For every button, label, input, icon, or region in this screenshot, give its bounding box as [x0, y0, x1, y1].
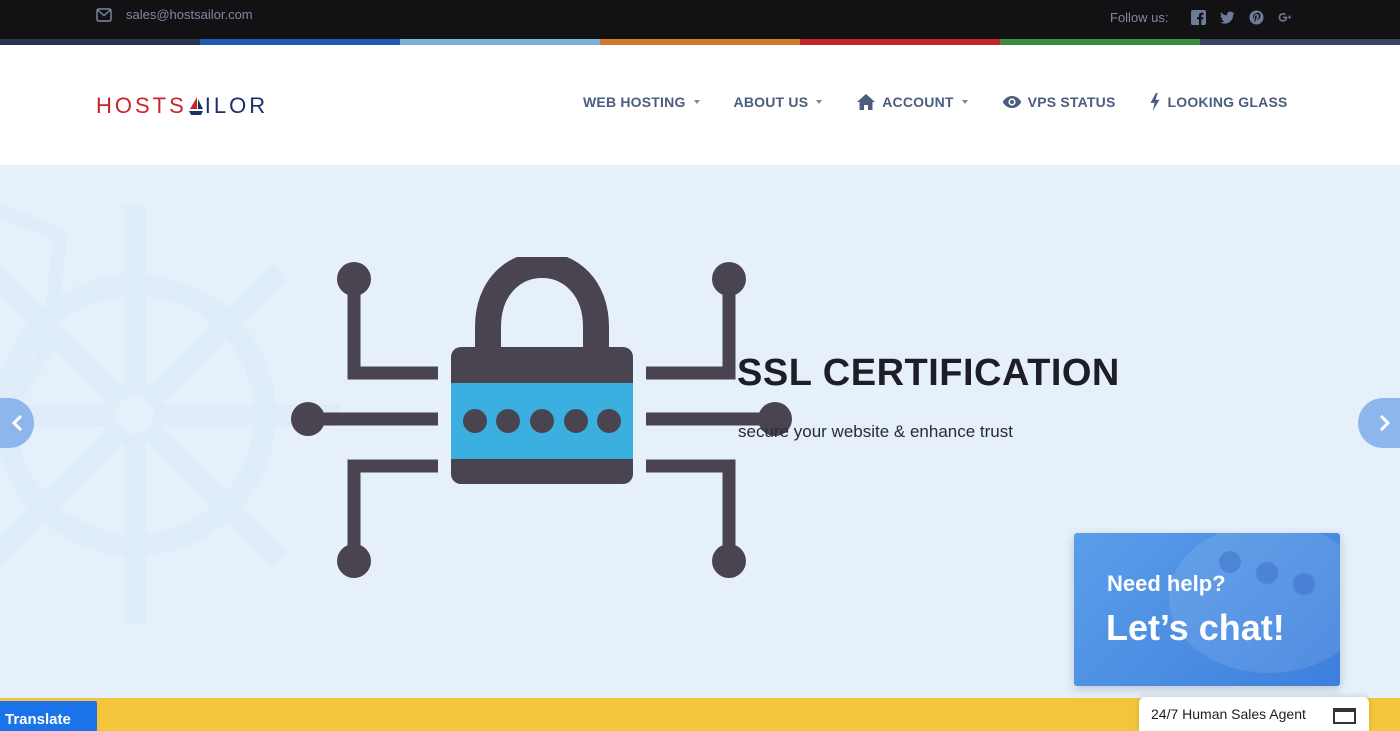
nav-about-us[interactable]: ABOUT US [734, 94, 823, 110]
nav-web-hosting[interactable]: WEB HOSTING [583, 94, 700, 110]
translate-button[interactable]: Translate [0, 701, 97, 731]
home-icon [857, 94, 876, 110]
chat-bubble-decoration [1169, 533, 1340, 673]
hero-subtitle: secure your website & enhance trust [738, 422, 1013, 441]
nav-looking-glass[interactable]: LOOKING GLASS [1149, 93, 1287, 111]
chat-dot [1293, 573, 1315, 595]
follow-us: Follow us: [1110, 10, 1293, 25]
site-header: HOSTS ILOR WEB HOSTING ABOUT US ACCOUNT … [0, 45, 1400, 165]
caret-down-icon [961, 100, 968, 104]
chat-lets-chat: Let’s chat! [1106, 607, 1285, 648]
maximize-icon[interactable] [1333, 708, 1356, 724]
chat-dot [1256, 562, 1278, 584]
chat-widget[interactable]: Need help? Let’s chat! [1074, 533, 1340, 686]
envelope-icon [96, 7, 112, 22]
sales-agent-label: 24/7 Human Sales Agent [1151, 706, 1306, 722]
caret-down-icon [693, 100, 700, 104]
hostsailor-logo[interactable]: HOSTS ILOR [96, 93, 268, 119]
nav-label: VPS STATUS [1027, 94, 1116, 110]
chat-dot [1219, 551, 1241, 573]
google-plus-icon[interactable] [1278, 10, 1293, 25]
sail-logo-icon [188, 97, 203, 115]
twitter-icon[interactable] [1219, 10, 1235, 25]
nav-label: WEB HOSTING [583, 94, 686, 110]
eye-icon [1002, 96, 1021, 108]
caret-down-icon [816, 100, 823, 104]
chevron-left-icon [11, 414, 23, 432]
email-text[interactable]: sales@hostsailor.com [126, 7, 253, 22]
chat-need-help: Need help? [1107, 571, 1226, 596]
main-nav: WEB HOSTING ABOUT US ACCOUNT VPS STATUS … [583, 93, 1288, 111]
ssl-lock-illustration [291, 257, 792, 578]
social-links [1190, 10, 1293, 25]
follow-label: Follow us: [1110, 10, 1169, 25]
contact-email[interactable]: sales@hostsailor.com [96, 7, 253, 22]
top-bar: sales@hostsailor.com Follow us: [0, 0, 1400, 39]
pinterest-icon[interactable] [1249, 10, 1264, 25]
facebook-icon[interactable] [1190, 10, 1206, 25]
slider-next-button[interactable] [1358, 398, 1400, 448]
sales-agent-chat-tab[interactable]: 24/7 Human Sales Agent [1139, 697, 1369, 731]
bolt-icon [1150, 93, 1160, 111]
nav-label: ABOUT US [733, 94, 809, 110]
nav-label: LOOKING GLASS [1167, 94, 1288, 110]
nav-vps-status[interactable]: VPS STATUS [1002, 93, 1116, 111]
chevron-right-icon [1379, 414, 1391, 432]
hero-title: SSL CERTIFICATION [737, 352, 1120, 394]
logo-text-hosts: HOSTS [96, 93, 187, 118]
logo-text-ilor: ILOR [204, 93, 269, 118]
nav-account[interactable]: ACCOUNT [856, 93, 968, 111]
nav-label: ACCOUNT [882, 94, 954, 110]
